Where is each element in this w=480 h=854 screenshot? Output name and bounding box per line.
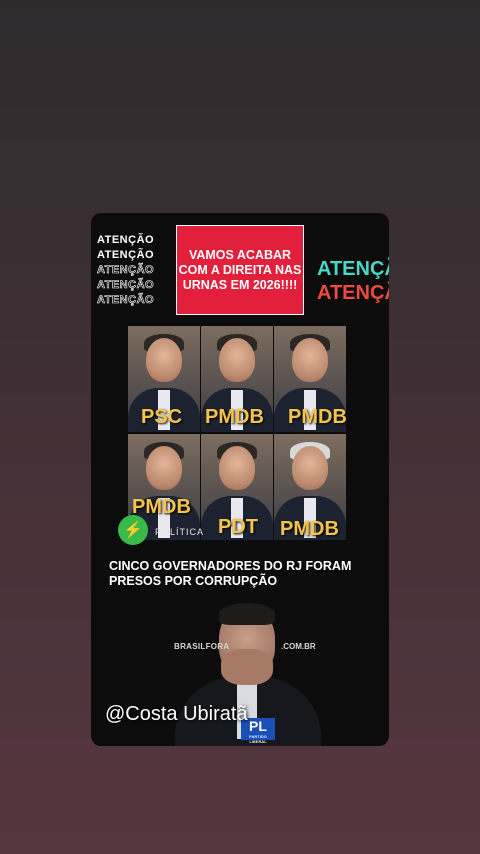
party-label: PDT — [218, 516, 258, 538]
pl-badge-text: PL — [249, 718, 267, 734]
site-watermark-suffix: .COM.BR — [281, 642, 316, 651]
headline-box: VAMOS ACABAR COM A DIREITA NAS URNAS EM … — [176, 225, 304, 315]
attention-text: ATENÇÃO — [97, 234, 155, 246]
attention-text-red: ATENÇÃ — [317, 282, 389, 304]
governor-photo-grid: PSC PMDB PMDB PMDB PDT PMDB — [128, 326, 347, 542]
username-overlay[interactable]: @Costa Ubiratã — [105, 703, 248, 726]
logo-text: POLÍTICA — [155, 527, 205, 537]
story-card: ATENÇÃO ATENÇÃO ATENÇÃO ATENÇÃO ATENÇÃO … — [91, 213, 389, 746]
caption: CINCO GOVERNADORES DO RJ FORAM PRESOS PO… — [109, 559, 352, 588]
attention-text-teal: ATENÇÃ — [317, 258, 389, 280]
site-watermark: BRASILFORA — [174, 642, 230, 651]
party-label: PSC — [141, 406, 183, 428]
attention-text: ATENÇÃO — [97, 279, 155, 292]
attention-stack-right: ATENÇÃ ATENÇÃ — [317, 257, 389, 305]
headline-text: VAMOS ACABAR COM A DIREITA NAS URNAS EM … — [178, 247, 302, 292]
attention-text: ATENÇÃO — [97, 294, 155, 307]
bolt-in-circle-icon: ⚡ — [118, 515, 148, 545]
party-label: PMDB — [205, 406, 264, 428]
party-label: PMDB — [132, 496, 191, 518]
attention-stack-left: ATENÇÃO ATENÇÃO ATENÇÃO ATENÇÃO ATENÇÃO — [97, 233, 154, 308]
party-label: PMDB — [280, 518, 339, 540]
pl-badge-subtext: PARTIDO LIBERAL — [249, 734, 267, 744]
attention-text: ATENÇÃO — [97, 264, 155, 277]
attention-text: ATENÇÃO — [97, 249, 155, 261]
party-label: PMDB — [288, 406, 347, 428]
